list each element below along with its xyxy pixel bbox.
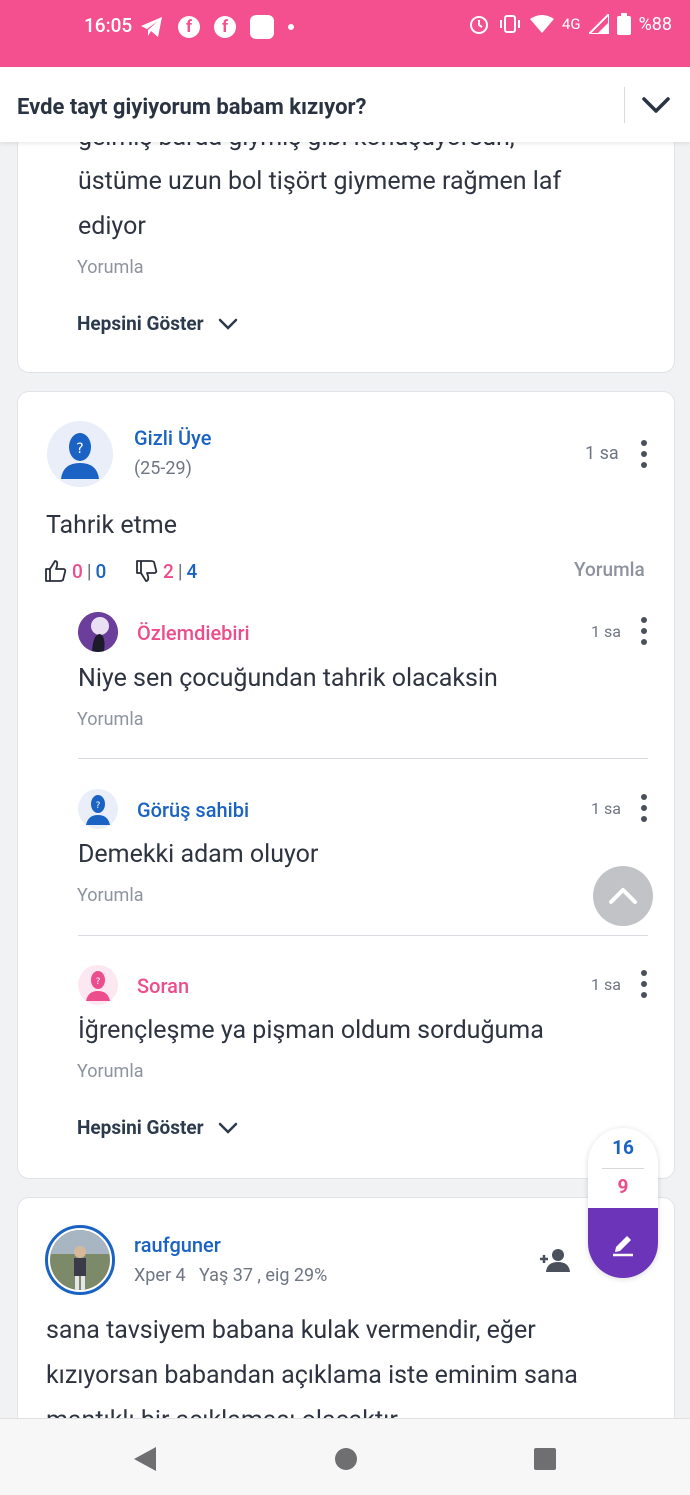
- reply-author-name[interactable]: Özlemdiebiri: [137, 621, 250, 645]
- facebook-icon-2: f: [214, 16, 236, 38]
- facebook-icon: f: [178, 16, 200, 38]
- like-button[interactable]: 0 | 0: [44, 559, 106, 583]
- more-options-icon[interactable]: [640, 970, 648, 998]
- author-name[interactable]: Gizli Üye: [134, 426, 211, 450]
- user-avatar[interactable]: [45, 1225, 115, 1295]
- post-time: 1 sa: [585, 443, 619, 464]
- anonymous-avatar[interactable]: ?: [47, 421, 113, 487]
- battery-icon: [616, 13, 631, 35]
- more-options-icon[interactable]: [640, 440, 648, 468]
- author-meta: Xper 4 Yaş 37 , eig 29%: [134, 1265, 328, 1286]
- network-type: 4G: [561, 15, 581, 33]
- opinion-text-line: kızıyorsan babandan açıklama iste eminim…: [46, 1361, 578, 1390]
- thumbs-up-icon: [45, 560, 67, 582]
- anonymous-user-icon: ?: [47, 421, 113, 487]
- battery-percent: %88: [638, 13, 672, 35]
- recents-icon[interactable]: [532, 1446, 558, 1472]
- chevron-down-icon: [218, 1122, 237, 1134]
- dislike-count-pink: 2: [163, 559, 174, 583]
- vote-summary-pill: 16 9: [588, 1128, 658, 1278]
- comment-link[interactable]: Yorumla: [77, 1061, 143, 1082]
- more-options-icon[interactable]: [640, 794, 648, 822]
- svg-text:?: ?: [76, 441, 83, 457]
- question-header: Evde tayt giyiyorum babam kızıyor?: [0, 67, 690, 142]
- comment-link[interactable]: Yorumla: [77, 709, 143, 730]
- like-count-blue: 0: [95, 559, 107, 583]
- home-icon[interactable]: [333, 1446, 359, 1472]
- show-all-label: Hepsini Göster: [77, 1116, 204, 1139]
- reply-text: Demekki adam oluyor: [78, 840, 319, 869]
- anonymous-user-icon: ?: [78, 789, 118, 829]
- telegram-icon: [141, 17, 162, 37]
- reply-text: Niye sen çocuğundan tahrik olacaksin: [78, 664, 498, 693]
- profile-photo-icon: [78, 612, 118, 652]
- vote-divider: [602, 1168, 644, 1169]
- svg-text:?: ?: [96, 801, 101, 811]
- count-separator: |: [86, 559, 92, 583]
- status-bar: 16:05 f f 4G %88: [0, 0, 690, 67]
- author-name[interactable]: raufguner: [134, 1233, 221, 1257]
- opinion-text-line: sana tavsiyem babana kulak vermendir, eğ…: [46, 1316, 536, 1345]
- notification-icons: f f: [140, 15, 294, 39]
- system-nav-bar: [0, 1418, 690, 1495]
- count-separator: |: [177, 559, 183, 583]
- author-age: (25-29): [134, 458, 192, 479]
- scroll-to-top-button[interactable]: [593, 866, 653, 926]
- dislike-count-blue: 4: [186, 559, 198, 583]
- vibrate-icon: [499, 15, 520, 33]
- show-all-label: Hepsini Göster: [77, 312, 204, 335]
- system-icons: 4G %88: [468, 13, 672, 35]
- reply-text-line: ediyor: [78, 212, 146, 241]
- profile-photo-icon: [50, 1230, 110, 1290]
- asker-avatar-icon: ?: [78, 965, 118, 1005]
- comment-link[interactable]: Yorumla: [77, 257, 143, 278]
- status-time: 16:05: [84, 14, 133, 37]
- reply-time: 1 sa: [591, 799, 621, 818]
- reply-avatar[interactable]: ?: [78, 789, 118, 829]
- reply-author-name[interactable]: Görüş sahibi: [137, 798, 249, 822]
- opinion-text: Tahrik etme: [46, 511, 177, 540]
- chevron-down-icon: [218, 318, 237, 330]
- reply-time: 1 sa: [591, 622, 621, 641]
- show-all-button[interactable]: Hepsini Göster: [77, 1116, 238, 1139]
- question-title: Evde tayt giyiyorum babam kızıyor?: [17, 95, 367, 120]
- upvote-total[interactable]: 16: [588, 1136, 658, 1159]
- follow-user-icon[interactable]: [538, 1248, 570, 1272]
- alarm-icon: [469, 16, 488, 34]
- downvote-total[interactable]: 9: [588, 1175, 658, 1198]
- like-count-pink: 0: [72, 559, 83, 583]
- comment-link[interactable]: Yorumla: [574, 558, 645, 581]
- reply-time: 1 sa: [591, 975, 621, 994]
- reply-avatar[interactable]: ?: [78, 965, 118, 1005]
- app-notification-icon: [250, 15, 274, 39]
- more-notifications-dot: [288, 24, 294, 30]
- opinion-card: ? Gizli Üye (25-29) 1 sa Tahrik etme 0 |…: [17, 391, 675, 1179]
- chevron-down-icon[interactable]: [640, 93, 672, 117]
- pencil-icon: [613, 1236, 633, 1257]
- signal-icon: [588, 14, 609, 34]
- thumbs-down-icon: [136, 560, 158, 582]
- chevron-up-icon: [609, 888, 637, 904]
- wifi-icon: [529, 15, 554, 33]
- comment-link[interactable]: Yorumla: [77, 885, 143, 906]
- header-divider: [624, 87, 625, 123]
- reply-author-name[interactable]: Soran: [137, 974, 189, 998]
- show-all-button[interactable]: Hepsini Göster: [77, 312, 238, 335]
- write-opinion-button[interactable]: [588, 1208, 658, 1278]
- dislike-button[interactable]: 2 | 4: [135, 559, 197, 583]
- reply-avatar[interactable]: [78, 612, 118, 652]
- reply-text: İğrençleşme ya pişman oldum sorduğuma: [78, 1016, 544, 1045]
- more-options-icon[interactable]: [640, 617, 648, 645]
- reply-divider: [78, 935, 648, 936]
- svg-text:?: ?: [96, 977, 101, 987]
- reply-divider: [78, 758, 648, 759]
- reply-text-line: üstüme uzun bol tişört giymeme rağmen la…: [78, 167, 562, 196]
- back-icon[interactable]: [132, 1445, 158, 1473]
